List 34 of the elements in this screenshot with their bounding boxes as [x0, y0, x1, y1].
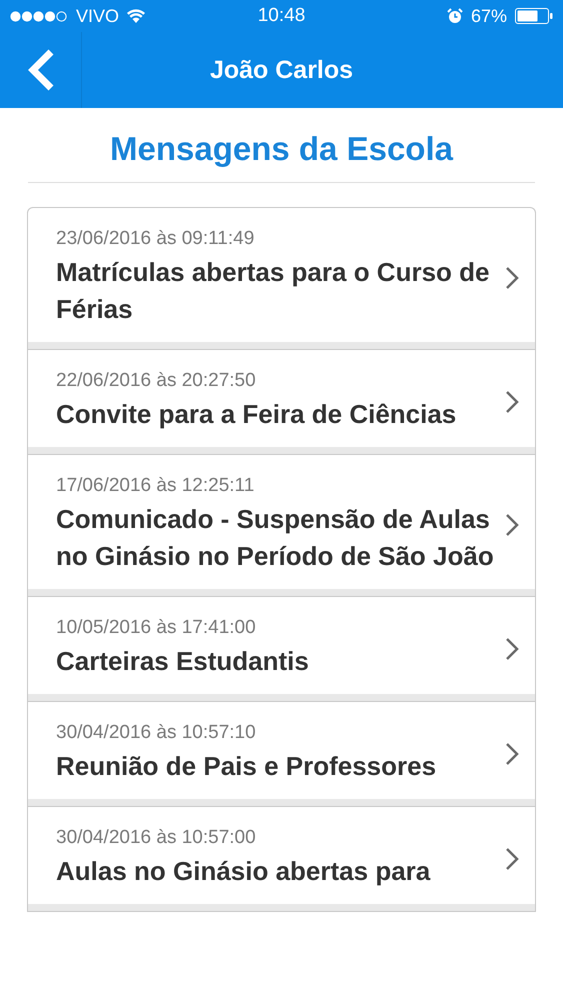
message-item[interactable]: 10/05/2016 às 17:41:00 Carteiras Estudantis: [28, 597, 535, 701]
back-chevron-icon: [26, 48, 56, 92]
message-date: 10/05/2016 às 17:41:00: [56, 617, 257, 639]
battery-icon: [515, 8, 554, 24]
message-item[interactable]: 17/06/2016 às 12:25:11 Comunicado - Suspensão de Aulas no Ginásio no Período de São João: [28, 455, 535, 596]
message-title: Comunicado - Suspensão de Aulas no Ginásio no Período de São João: [56, 503, 495, 573]
message-title: Aulas no Ginásio abertas para: [56, 855, 432, 888]
message-date: 23/06/2016 às 09:11:49: [56, 228, 256, 250]
message-item[interactable]: 30/04/2016 às 10:57:00 Aulas no Ginásio abertas para: [28, 807, 535, 911]
chevron-right-icon: [505, 636, 519, 660]
alarm-icon: [446, 8, 463, 24]
chevron-right-icon: [505, 390, 519, 414]
clock-time: 10:48: [258, 5, 306, 27]
chevron-right-icon: [505, 513, 519, 537]
message-date: 30/04/2016 às 10:57:10: [56, 722, 257, 744]
message-title: Carteiras Estudantis: [56, 645, 310, 678]
message-date: 22/06/2016 às 20:27:50: [56, 370, 257, 392]
message-title: Convite para a Feira de Ciências: [56, 398, 458, 431]
chevron-right-icon: [505, 266, 519, 290]
message-title: Matrículas abertas para o Curso de Férias: [56, 256, 490, 326]
message-item[interactable]: 30/04/2016 às 10:57:10 Reunião de Pais e Professores: [28, 702, 535, 806]
wifi-icon: [127, 9, 146, 23]
message-item[interactable]: 23/06/2016 às 09:11:49 Matrículas abertas para o Curso de Férias: [28, 208, 535, 349]
chevron-right-icon: [505, 742, 519, 766]
message-title: Reunião de Pais e Professores: [56, 750, 438, 783]
nav-title: João Carlos: [208, 54, 354, 86]
carrier-name: VIVO: [76, 6, 120, 26]
page-heading: Mensagens da Escola: [109, 129, 454, 169]
message-item[interactable]: 22/06/2016 às 20:27:50 Convite para a Feira de Ciências: [28, 350, 535, 454]
message-date: 30/04/2016 às 10:57:00: [56, 827, 257, 849]
message-date: 17/06/2016 às 12:25:11: [56, 475, 256, 497]
chevron-right-icon: [505, 846, 519, 870]
signal-icon: [10, 10, 68, 22]
battery-percent: 67%: [470, 6, 508, 26]
